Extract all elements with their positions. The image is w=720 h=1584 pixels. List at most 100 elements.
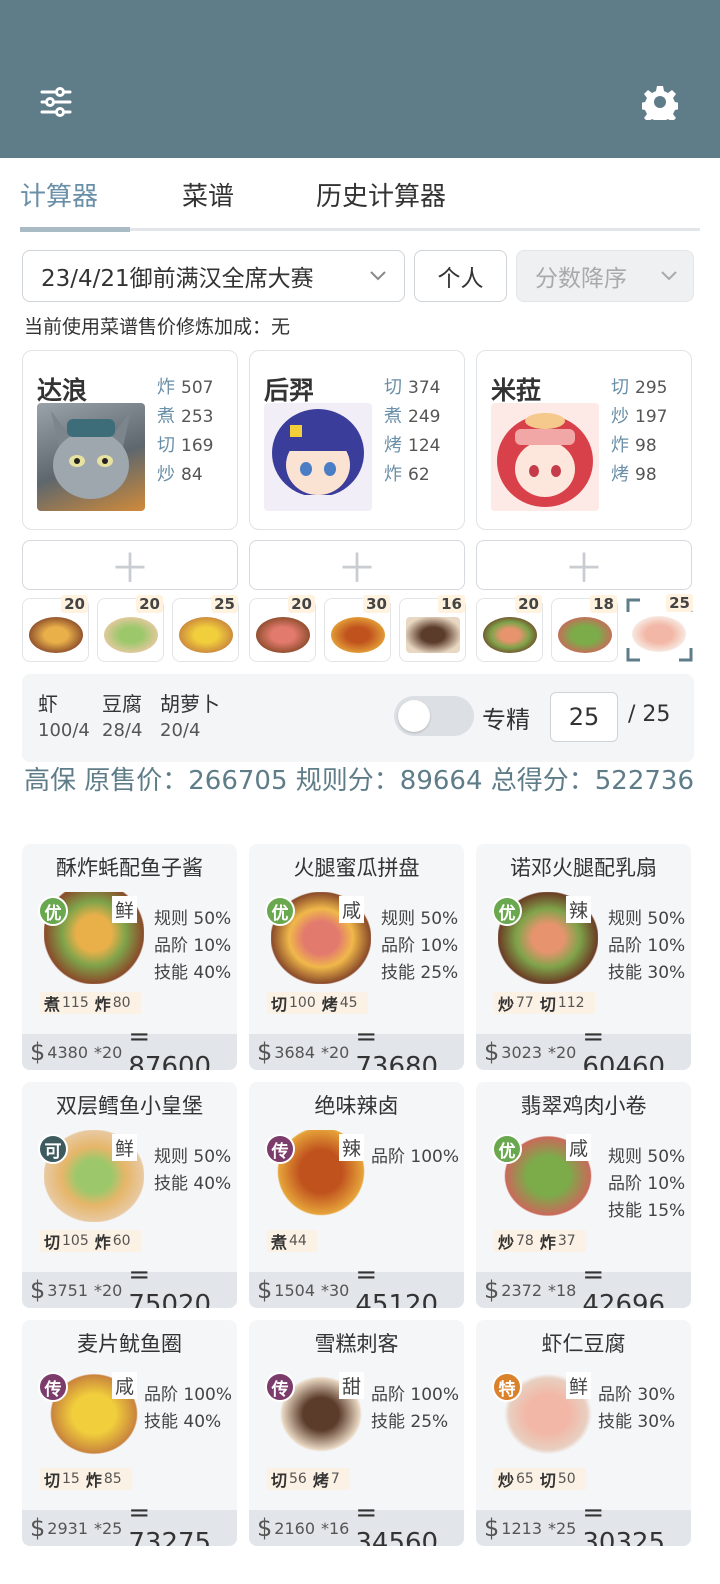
quantity: *30: [321, 1280, 350, 1300]
recipe-card[interactable]: 翡翠鸡肉小卷优 咸规则 50% 品阶 10% 技能 15% 炒 78 炸 37 $2372 *18…: [476, 1082, 691, 1308]
price-row: $3023 *20 = 60460: [476, 1022, 691, 1070]
rule-percent: 品阶 100%: [371, 1385, 460, 1405]
specialize-toggle[interactable]: [394, 696, 474, 736]
dish-slot[interactable]: 20: [476, 595, 543, 662]
mode-button[interactable]: 个人: [414, 250, 507, 302]
recipe-title: 双层鳕鱼小皇堡: [56, 1094, 203, 1118]
dollar-icon: $: [484, 1276, 500, 1304]
bonus-note: 当前使用菜谱售价修炼加成：无: [24, 316, 291, 338]
dish-slot[interactable]: 20: [22, 595, 89, 662]
specialize-input[interactable]: 25: [550, 692, 618, 742]
specialize-max: / 25: [628, 702, 671, 727]
chef-skill: 炸 62: [384, 464, 430, 485]
quantity: *20: [94, 1042, 123, 1062]
dish-thumbnail: [331, 617, 385, 653]
rule-percent: 规则 50%: [154, 909, 232, 929]
recipe-title: 酥炸蚝配鱼子酱: [56, 856, 203, 880]
active-tab-indicator: [20, 227, 130, 232]
dish-slot-selected[interactable]: 25: [626, 594, 693, 662]
dish-slot[interactable]: 30: [324, 595, 391, 662]
recipe-total: = 42696: [582, 1260, 666, 1308]
rule-percent: 技能 40%: [154, 1174, 232, 1194]
dish-thumbnail: [256, 617, 310, 653]
sort-select[interactable]: 分数降序: [516, 250, 694, 302]
recipe-card[interactable]: 雪糕刺客传 甜品阶 100% 技能 25% 切 56 烤 7 $2160 *16 = 34560: [249, 1320, 464, 1546]
dish-thumbnail: [179, 617, 233, 653]
quantity: *20: [548, 1042, 577, 1062]
tab-calculator[interactable]: 计算器: [20, 176, 98, 213]
dish-slot[interactable]: 25: [172, 595, 239, 662]
flavor-tag: 鲜: [566, 1372, 592, 1399]
unit-price: 3023: [501, 1042, 542, 1062]
dollar-icon: $: [484, 1514, 500, 1542]
dish-slot[interactable]: 20: [97, 595, 164, 662]
add-equipment-button[interactable]: ＋: [22, 540, 238, 592]
contest-select-value: 23/4/21御前满汉全席大赛: [41, 266, 314, 292]
rule-percent: 规则 50%: [608, 1147, 686, 1167]
contest-select[interactable]: 23/4/21御前满汉全席大赛: [22, 250, 405, 302]
dish-slot[interactable]: 16: [399, 595, 466, 662]
rank-badge: 特: [492, 1372, 522, 1402]
tab-recipes[interactable]: 菜谱: [182, 176, 234, 213]
dollar-icon: $: [30, 1514, 46, 1542]
sort-select-value: 分数降序: [535, 266, 627, 292]
app-header: [0, 0, 720, 158]
settings-gear-icon[interactable]: [640, 82, 680, 122]
chef-skill: 烤 124: [384, 435, 441, 456]
rank-badge: 传: [38, 1372, 68, 1402]
rule-percent: 品阶 100%: [371, 1147, 460, 1167]
add-equipment-button[interactable]: ＋: [249, 540, 465, 592]
dish-slot[interactable]: 20: [249, 595, 316, 662]
add-equipment-button[interactable]: ＋: [476, 540, 692, 592]
tab-history-calculator[interactable]: 历史计算器: [316, 176, 446, 213]
price-row: $3751 *20 = 75020: [22, 1260, 237, 1308]
recipe-skill-req: 炒 77 切 112: [494, 992, 595, 1014]
recipe-card[interactable]: 虾仁豆腐特 鲜品阶 30% 技能 30% 炒 65 切 50 $1213 *25 = 30325: [476, 1320, 691, 1546]
dish-thumbnail: [29, 617, 83, 653]
filter-sliders-icon[interactable]: [36, 82, 76, 122]
recipe-skill-req: 煮 115 炸 80: [40, 992, 141, 1014]
flavor-tag: 鲜: [112, 896, 138, 923]
rank-badge: 可: [38, 1134, 68, 1164]
rank-badge: 优: [492, 896, 522, 926]
unit-price: 1213: [501, 1518, 542, 1538]
chef-name: 后羿: [264, 376, 315, 405]
dish-thumbnail: [632, 616, 686, 652]
chef-card[interactable]: 米菈 切 295 炒 197 炸 98 烤 98: [476, 350, 692, 530]
recipe-card[interactable]: 绝味辣卤传 辣品阶 100% 煮 44 $1504 *30 = 45120: [249, 1082, 464, 1308]
unit-price: 2160: [274, 1518, 315, 1538]
recipe-total: = 73680: [355, 1022, 439, 1070]
chevron-down-icon: [659, 265, 679, 291]
rule-percent: 技能 15%: [608, 1201, 686, 1221]
price-row: $3684 *20 = 73680: [249, 1022, 464, 1070]
rank-badge: 优: [492, 1134, 522, 1164]
rule-percent: 技能 30%: [598, 1412, 676, 1432]
dollar-icon: $: [484, 1038, 500, 1066]
flavor-tag: 咸: [339, 896, 365, 923]
recipe-skill-req: 炒 65 切 50: [494, 1468, 586, 1490]
chef-card[interactable]: 后羿 切 374 煮 249 烤 124 炸 62: [249, 350, 465, 530]
price-row: $2160 *16 = 34560: [249, 1498, 464, 1546]
recipe-skill-req: 炒 78 炸 37: [494, 1230, 586, 1252]
recipe-card[interactable]: 双层鳕鱼小皇堡可 鲜规则 50% 技能 40% 切 105 炸 60 $3751 *20 = 75…: [22, 1082, 237, 1308]
unit-price: 4380: [47, 1042, 88, 1062]
unit-price: 3751: [47, 1280, 88, 1300]
ingredient-name: 胡萝卜: [160, 692, 220, 716]
recipe-card[interactable]: 诺邓火腿配乳扇优 辣规则 50% 品阶 10% 技能 30% 炒 77 切 112 $3023 *…: [476, 844, 691, 1070]
chef-skill: 煮 249: [384, 406, 441, 427]
chef-skill: 煮 253: [157, 406, 214, 427]
ingredient-qty: 28/4: [102, 720, 143, 741]
recipe-total: = 87600: [128, 1022, 212, 1070]
recipe-card[interactable]: 麦片鱿鱼圈传 咸品阶 100% 技能 40% 切 15 炸 85 $2931 *25 = 7327…: [22, 1320, 237, 1546]
dollar-icon: $: [30, 1038, 46, 1066]
quantity: *16: [321, 1518, 350, 1538]
recipe-skill-req: 切 105 炸 60: [40, 1230, 141, 1252]
dish-slot[interactable]: 18: [551, 595, 618, 662]
recipe-card[interactable]: 火腿蜜瓜拼盘优 咸规则 50% 品阶 10% 技能 25% 切 100 烤 45 $3684 *2…: [249, 844, 464, 1070]
chef-card[interactable]: 达浪 炸 507 煮 253 切 169 炒 84: [22, 350, 238, 530]
dish-thumbnail: [558, 617, 612, 653]
recipe-card[interactable]: 酥炸蚝配鱼子酱优 鲜规则 50% 品阶 10% 技能 40% 煮 115 炸 80 $4380 *…: [22, 844, 237, 1070]
price-row: $4380 *20 = 87600: [22, 1022, 237, 1070]
rule-percent: 规则 50%: [154, 1147, 232, 1167]
chef-skill: 切 295: [611, 377, 668, 398]
